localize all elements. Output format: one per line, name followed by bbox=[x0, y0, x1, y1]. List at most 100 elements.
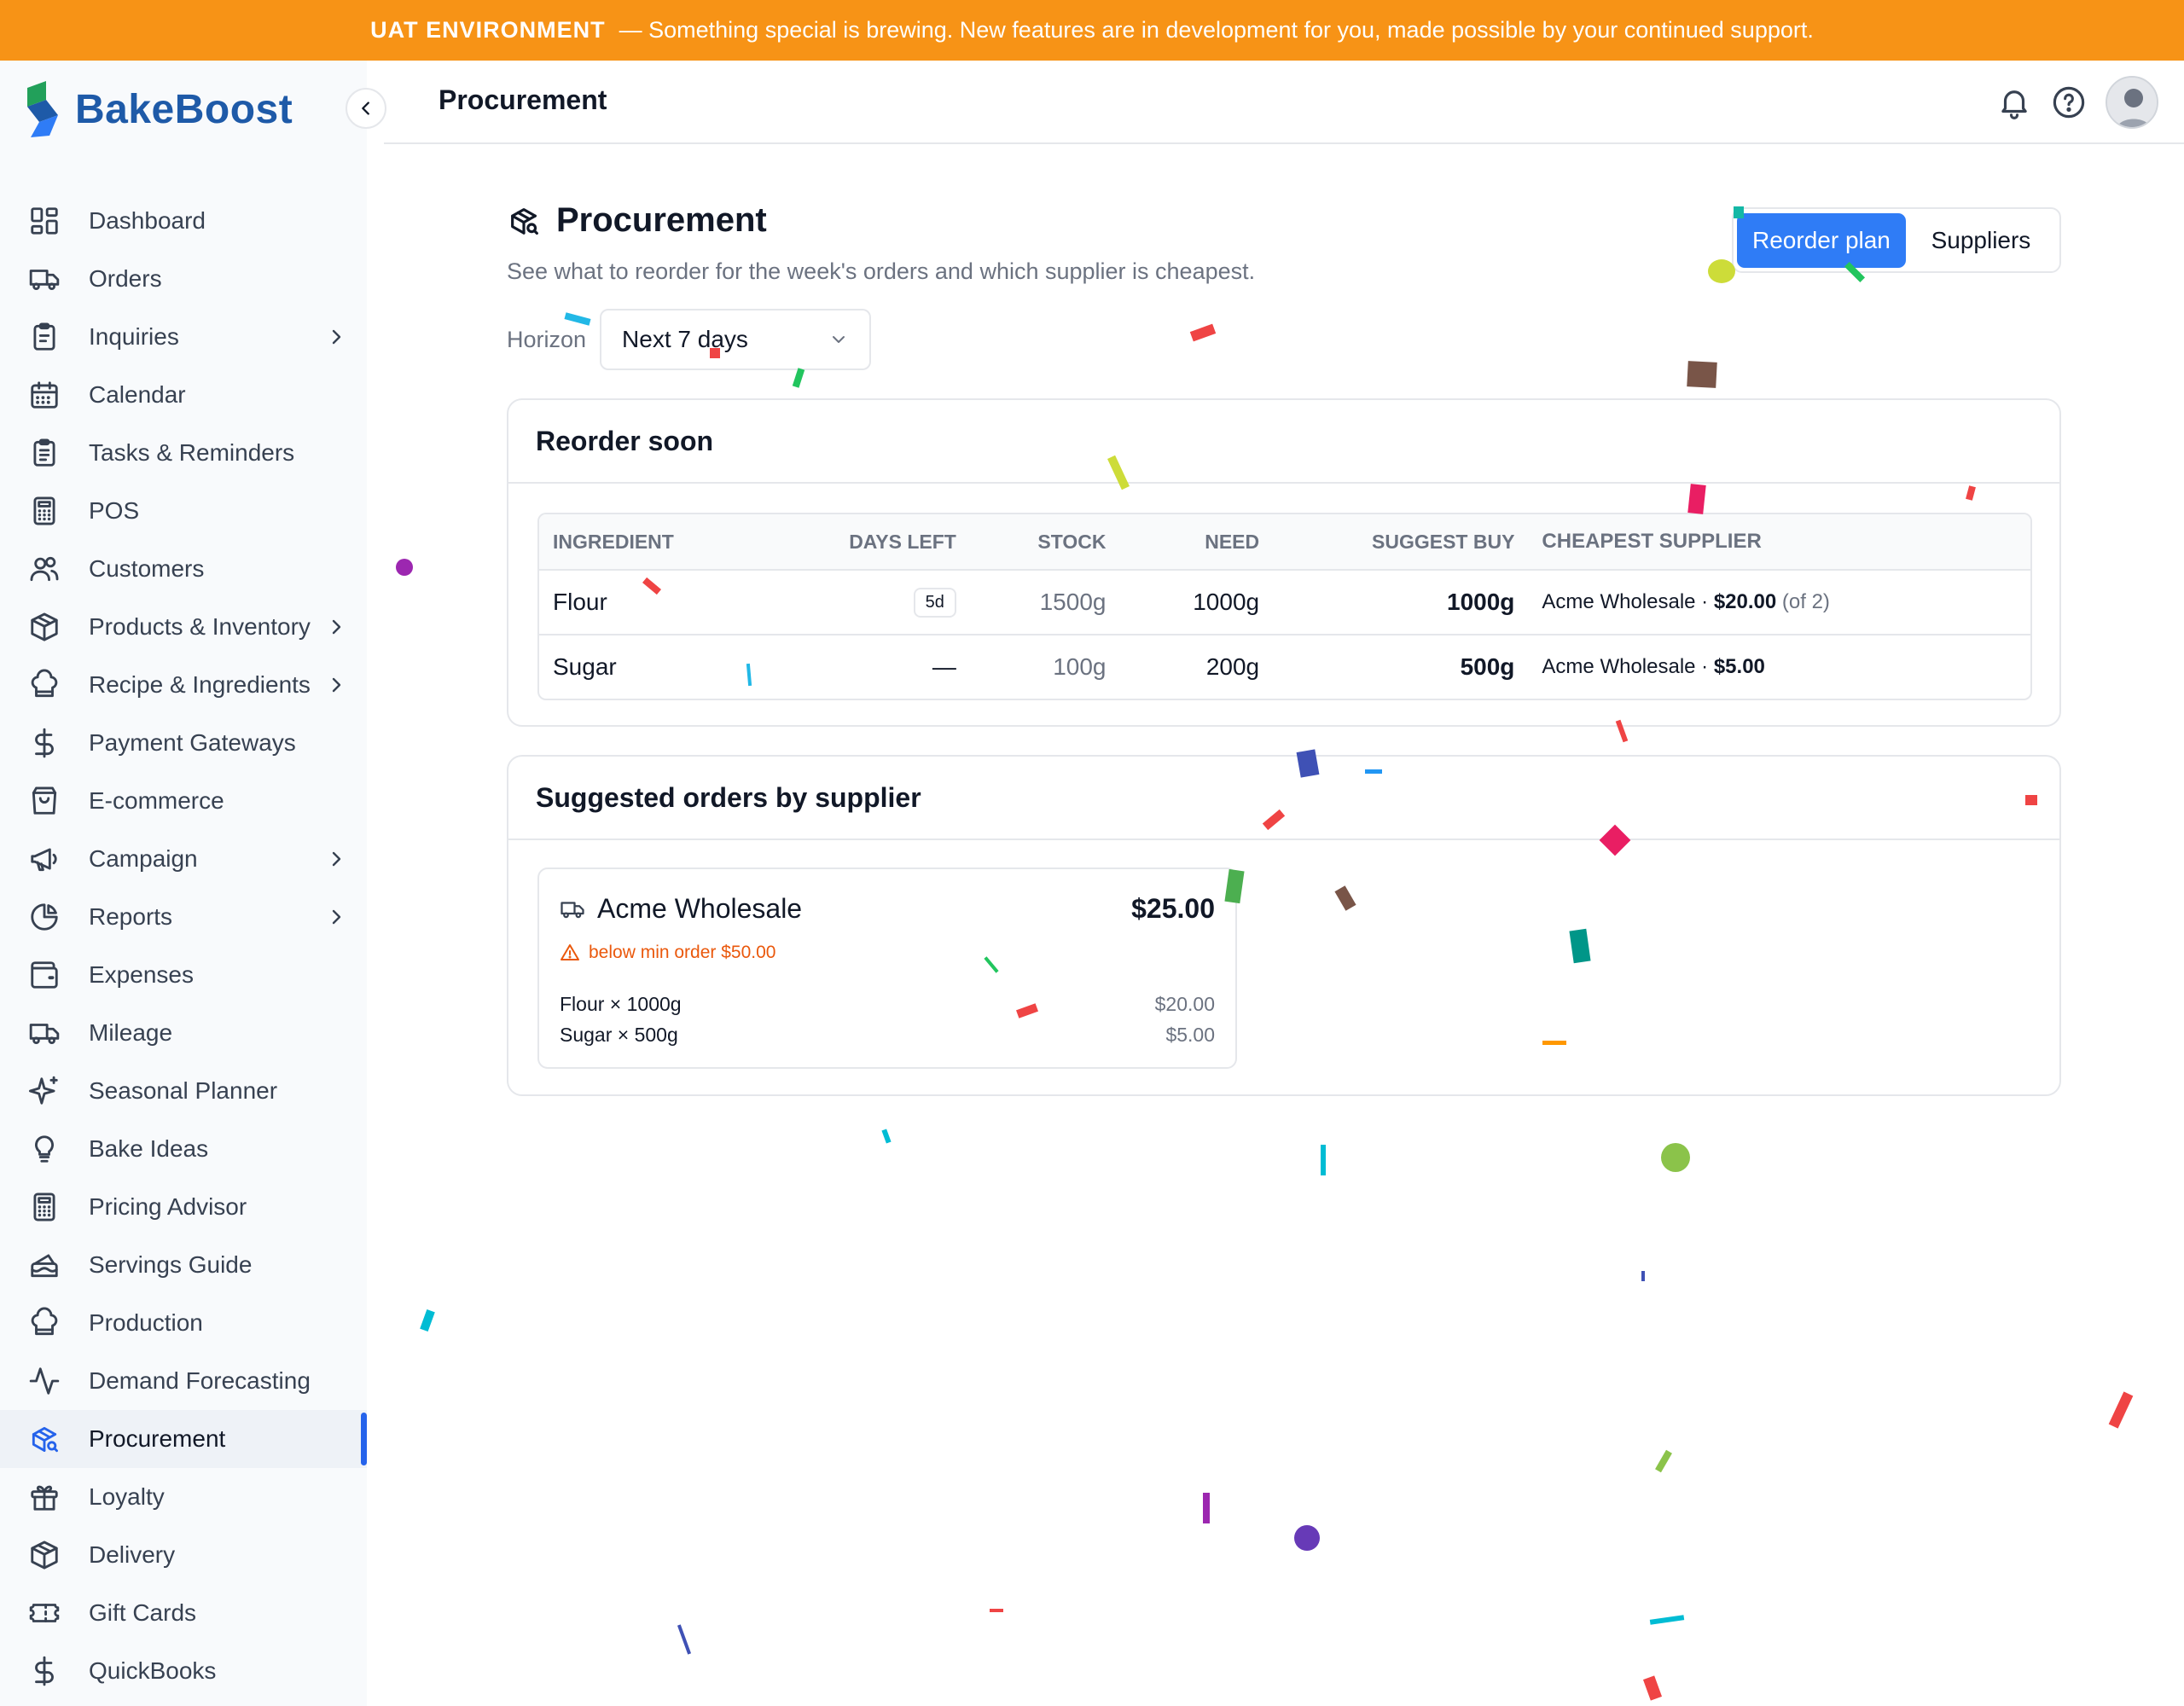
reorder-table: INGREDIENT DAYS LEFT STOCK NEED SUGGEST … bbox=[537, 513, 2032, 700]
environment-label: UAT ENVIRONMENT bbox=[370, 17, 606, 43]
tab-reorder-plan[interactable]: Reorder plan bbox=[1737, 212, 1906, 268]
sidebar-item-customers[interactable]: Customers bbox=[0, 540, 367, 598]
sidebar-item-delivery[interactable]: Delivery bbox=[0, 1526, 367, 1584]
cell-suggest-buy: 1000g bbox=[1447, 589, 1515, 615]
confetti-piece bbox=[1294, 1525, 1320, 1551]
sidebar-item-label: Dashboard bbox=[89, 207, 206, 234]
sidebar-item-gift-cards[interactable]: Gift Cards bbox=[0, 1584, 367, 1642]
cell-need: 200g bbox=[1205, 653, 1260, 680]
sidebar-item-quickbooks[interactable]: QuickBooks bbox=[0, 1642, 367, 1700]
sidebar: BakeBoost Dashboard Orders Inquiries Calend… bbox=[0, 61, 367, 1706]
sidebar-item-servings-guide[interactable]: Servings Guide bbox=[0, 1236, 367, 1294]
sidebar-item-mileage[interactable]: Mileage bbox=[0, 1004, 367, 1062]
collapse-sidebar-button[interactable] bbox=[346, 88, 386, 129]
sidebar-item-expenses[interactable]: Expenses bbox=[0, 946, 367, 1004]
bell-icon[interactable] bbox=[1996, 84, 2032, 120]
confetti-piece bbox=[1189, 323, 1217, 342]
sidebar-item-production[interactable]: Production bbox=[0, 1294, 367, 1352]
col-ingredient: INGREDIENT bbox=[553, 530, 674, 553]
confetti-piece bbox=[792, 368, 805, 388]
sidebar-item-products-and-inventory[interactable]: Products & Inventory bbox=[0, 598, 367, 656]
confetti-piece bbox=[990, 1609, 1003, 1612]
sidebar-item-label: Payment Gateways bbox=[89, 729, 296, 756]
confetti-piece bbox=[1687, 361, 1717, 388]
sidebar-item-label: Expenses bbox=[89, 961, 194, 988]
sidebar-item-social[interactable]: Social bbox=[0, 1700, 367, 1706]
sidebar-item-label: Campaign bbox=[89, 845, 198, 872]
chef-hat-icon bbox=[27, 668, 61, 702]
supplier-name: Acme Wholesale · bbox=[1542, 590, 1709, 613]
horizon-select-value: Next 7 days bbox=[622, 326, 748, 352]
sidebar-item-payment-gateways[interactable]: Payment Gateways bbox=[0, 714, 367, 772]
sidebar-item-label: Reports bbox=[89, 903, 173, 930]
suggested-orders-title: Suggested orders by supplier bbox=[508, 757, 2059, 840]
clipboard-list-icon bbox=[27, 436, 61, 470]
sidebar-item-campaign[interactable]: Campaign bbox=[0, 830, 367, 888]
sidebar-item-pos[interactable]: POS bbox=[0, 482, 367, 540]
confetti-piece bbox=[677, 1624, 692, 1655]
sidebar-item-label: Products & Inventory bbox=[89, 613, 311, 640]
sidebar-item-demand-forecasting[interactable]: Demand Forecasting bbox=[0, 1352, 367, 1410]
order-item-label: Sugar × 500g bbox=[560, 1023, 678, 1046]
sidebar-item-calendar[interactable]: Calendar bbox=[0, 366, 367, 424]
sidebar-item-dashboard[interactable]: Dashboard bbox=[0, 192, 367, 250]
sidebar-item-label: E-commerce bbox=[89, 787, 224, 814]
table-row[interactable]: Flour 5d 1500g 1000g 1000g Acme Wholesal… bbox=[539, 569, 2030, 634]
sidebar-item-recipe-and-ingredients[interactable]: Recipe & Ingredients bbox=[0, 656, 367, 714]
cell-stock: 1500g bbox=[1039, 589, 1107, 615]
top-header: Procurement bbox=[384, 61, 2184, 144]
sidebar-nav: Dashboard Orders Inquiries Calendar Tasks & … bbox=[0, 192, 367, 1706]
header-actions bbox=[1996, 76, 2158, 129]
cell-days-left: 5d bbox=[820, 587, 970, 618]
cell-ingredient: Flour bbox=[553, 589, 607, 615]
sidebar-item-orders[interactable]: Orders bbox=[0, 250, 367, 308]
dollar-icon bbox=[27, 1654, 61, 1688]
col-stock: STOCK bbox=[1037, 530, 1107, 553]
list-item: Flour × 1000g $20.00 bbox=[560, 989, 1215, 1019]
user-avatar[interactable] bbox=[2106, 76, 2158, 129]
sidebar-item-inquiries[interactable]: Inquiries bbox=[0, 308, 367, 366]
supplier-order-name: Acme Wholesale bbox=[560, 893, 802, 925]
supplier-price: $5.00 bbox=[1713, 655, 1765, 678]
sidebar-item-label: Loyalty bbox=[89, 1483, 165, 1510]
sidebar-item-label: Servings Guide bbox=[89, 1251, 253, 1278]
sidebar-item-e-commerce[interactable]: E-commerce bbox=[0, 772, 367, 830]
confetti-piece bbox=[881, 1129, 892, 1144]
sidebar-item-tasks-and-reminders[interactable]: Tasks & Reminders bbox=[0, 424, 367, 482]
sidebar-item-loyalty[interactable]: Loyalty bbox=[0, 1468, 367, 1526]
supplier-order-card[interactable]: Acme Wholesale $25.00 below min order $5… bbox=[537, 868, 1237, 1069]
confetti-piece bbox=[1203, 1493, 1210, 1523]
truck-icon bbox=[27, 262, 61, 296]
sidebar-item-reports[interactable]: Reports bbox=[0, 888, 367, 946]
sidebar-item-label: Demand Forecasting bbox=[89, 1367, 311, 1394]
supplier-order-total: $25.00 bbox=[1131, 893, 1215, 924]
table-row[interactable]: Sugar — 100g 200g 500g Acme Wholesale · … bbox=[539, 634, 2030, 699]
package-search-icon bbox=[27, 1422, 61, 1456]
supplier-name: Acme Wholesale · bbox=[1542, 655, 1709, 678]
brand[interactable]: BakeBoost bbox=[24, 79, 293, 139]
confetti-piece bbox=[396, 559, 413, 576]
cell-need: 1000g bbox=[1193, 589, 1260, 615]
box-icon bbox=[27, 610, 61, 644]
supplier-order-items: Flour × 1000g $20.00 Sugar × 500g $5.00 bbox=[560, 989, 1215, 1050]
wallet-icon bbox=[27, 958, 61, 992]
sidebar-item-label: QuickBooks bbox=[89, 1657, 217, 1684]
sidebar-item-label: Inquiries bbox=[89, 323, 179, 350]
sidebar-item-seasonal-planner[interactable]: Seasonal Planner bbox=[0, 1062, 367, 1120]
sidebar-item-bake-ideas[interactable]: Bake Ideas bbox=[0, 1120, 367, 1178]
truck-icon bbox=[27, 1016, 61, 1050]
sidebar-item-label: Mileage bbox=[89, 1019, 173, 1046]
sidebar-item-procurement[interactable]: Procurement bbox=[0, 1410, 367, 1468]
supplier-price: $20.00 bbox=[1713, 590, 1777, 613]
confetti-piece bbox=[1641, 1271, 1645, 1281]
sidebar-item-pricing-advisor[interactable]: Pricing Advisor bbox=[0, 1178, 367, 1236]
horizon-select[interactable]: Next 7 days bbox=[600, 309, 872, 370]
help-icon[interactable] bbox=[2051, 84, 2087, 120]
tab-suppliers[interactable]: Suppliers bbox=[1906, 213, 2056, 268]
sidebar-item-label: Production bbox=[89, 1309, 203, 1336]
sidebar-item-label: Calendar bbox=[89, 381, 186, 408]
activity-icon bbox=[27, 1364, 61, 1398]
confetti-piece bbox=[2108, 1391, 2134, 1429]
confetti-piece bbox=[1649, 1615, 1685, 1625]
calendar-icon bbox=[27, 378, 61, 412]
